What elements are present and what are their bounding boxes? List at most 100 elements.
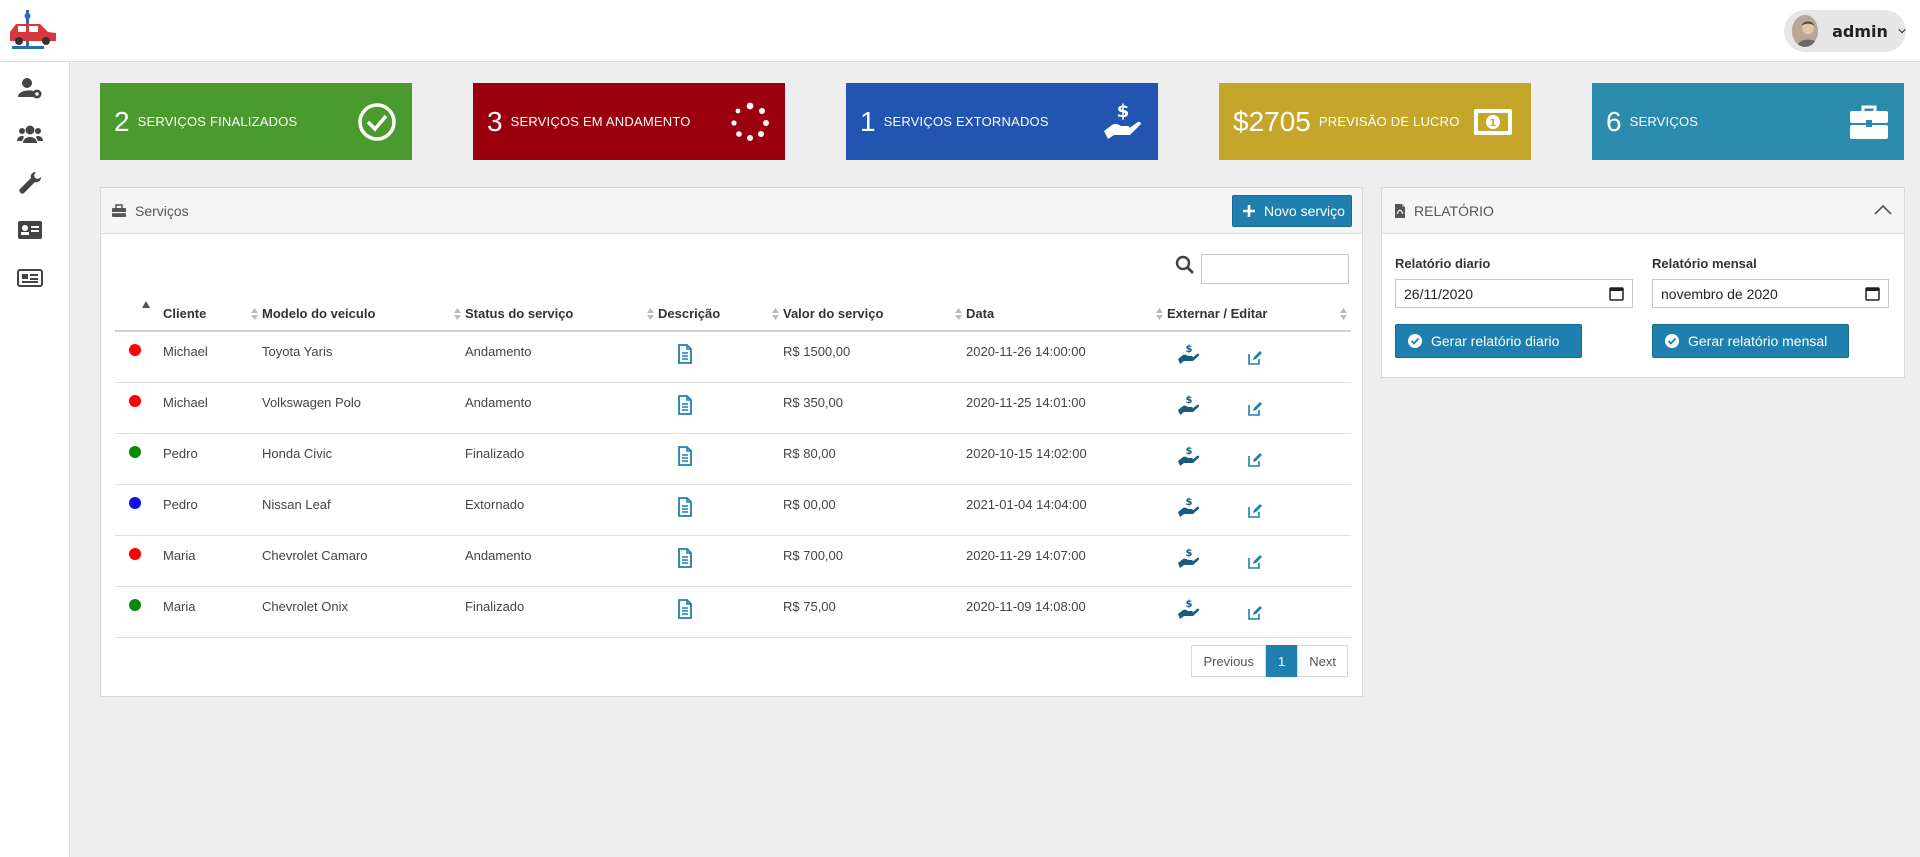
daily-report-date-value: 26/11/2020	[1404, 285, 1474, 302]
descricao-cell	[658, 433, 783, 485]
hand-dollar-icon[interactable]: $	[1177, 597, 1201, 621]
daily-report-date-input[interactable]: 26/11/2020	[1395, 279, 1633, 308]
data-cell: 2020-11-25 14:01:00	[966, 382, 1167, 434]
services-panel: Serviços Novo serviço Cliente Modelo do …	[100, 187, 1363, 697]
descricao-cell	[658, 484, 783, 536]
monthly-report-month-value: novembro de 2020	[1661, 285, 1778, 302]
pagination-next[interactable]: Next	[1297, 645, 1348, 677]
stat-number: 2	[114, 105, 130, 137]
id-card-icon[interactable]	[17, 217, 43, 243]
generate-monthly-report-label: Gerar relatório mensal	[1688, 333, 1828, 349]
table-row: Pedro Nissan Leaf Extornado R$ 00,00 2021-01…	[115, 484, 1351, 536]
generate-monthly-report-button[interactable]: Gerar relatório mensal	[1652, 324, 1849, 358]
status-cell: Extornado	[465, 484, 658, 536]
sort-icon	[955, 308, 962, 320]
file-text-icon[interactable]	[676, 394, 694, 415]
newspaper-icon[interactable]	[17, 265, 43, 291]
wrench-icon[interactable]	[17, 170, 43, 196]
valor-cell: R$ 1500,00	[783, 331, 966, 383]
generate-daily-report-button[interactable]: Gerar relatório diario	[1395, 324, 1582, 358]
sidebar	[0, 62, 70, 857]
edit-icon[interactable]	[1247, 554, 1263, 570]
avatar	[1792, 15, 1819, 47]
column-header-modelo[interactable]: Modelo do veiculo	[262, 296, 465, 332]
file-text-icon[interactable]	[676, 445, 694, 466]
stat-label: Serviços em andamento	[510, 114, 691, 129]
spinner-icon	[731, 102, 769, 141]
pagination-page-1[interactable]: 1	[1266, 645, 1298, 677]
stat-finished-services[interactable]: 2 Serviços finalizados	[100, 83, 412, 160]
money-bill-icon: 1	[1474, 109, 1512, 135]
column-header-data[interactable]: Data	[966, 296, 1167, 332]
modelo-cell: Volkswagen Polo	[262, 382, 465, 434]
stat-label: Serviços finalizados	[137, 114, 298, 129]
column-header-cliente[interactable]: Cliente	[163, 296, 262, 332]
hand-dollar-icon: $	[1104, 101, 1141, 139]
stat-number: 1	[860, 105, 876, 137]
file-text-icon[interactable]	[676, 598, 694, 619]
stat-refunded-services[interactable]: 1 Serviços extornados $	[846, 83, 1158, 160]
user-name: admin	[1832, 21, 1888, 41]
sort-icon	[454, 308, 461, 320]
report-panel-title: RELATÓRIO	[1414, 203, 1494, 219]
stat-ongoing-services[interactable]: 3 Serviços em andamento	[473, 83, 785, 160]
car-wash-logo[interactable]	[6, 10, 60, 50]
table-row: Maria Chevrolet Onix Finalizado R$ 75,00 202…	[115, 586, 1351, 638]
edit-icon[interactable]	[1247, 605, 1263, 621]
valor-cell: R$ 350,00	[783, 382, 966, 434]
valor-cell: R$ 75,00	[783, 586, 966, 638]
hand-dollar-icon[interactable]: $	[1177, 495, 1201, 519]
svg-text:$: $	[1186, 497, 1193, 508]
users-icon[interactable]	[17, 122, 43, 148]
actions-cell: $	[1167, 484, 1351, 536]
report-panel: RELATÓRIO Relatório diario 26/11/2020 Ge…	[1381, 187, 1905, 378]
status-dot	[129, 394, 141, 407]
data-cell: 2020-11-26 14:00:00	[966, 331, 1167, 383]
pagination-previous[interactable]: Previous	[1191, 645, 1267, 677]
column-header-valor[interactable]: Valor do serviço	[783, 296, 966, 332]
column-label: Cliente	[163, 305, 207, 321]
file-text-icon[interactable]	[676, 547, 694, 568]
new-service-button[interactable]: Novo serviço	[1232, 195, 1352, 227]
column-header-status-dot[interactable]	[115, 296, 163, 332]
check-circle-icon	[1408, 334, 1422, 348]
actions-cell: $	[1167, 433, 1351, 485]
column-header-status[interactable]: Status do serviço	[465, 296, 658, 332]
svg-text:1: 1	[1490, 118, 1497, 129]
column-header-descricao[interactable]: Descrição	[658, 296, 783, 332]
stat-total-services[interactable]: 6 Serviços	[1592, 83, 1904, 160]
modelo-cell: Nissan Leaf	[262, 484, 465, 536]
column-label: Externar / Editar	[1167, 305, 1268, 321]
hand-dollar-icon[interactable]: $	[1177, 444, 1201, 468]
sort-asc-icon	[142, 301, 150, 308]
edit-icon[interactable]	[1247, 401, 1263, 417]
stat-label: Serviços extornados	[883, 114, 1049, 129]
status-dot	[129, 445, 141, 458]
file-pdf-icon	[1395, 204, 1405, 218]
calendar-icon[interactable]	[1609, 286, 1624, 301]
column-header-externar-editar[interactable]: Externar / Editar	[1167, 296, 1351, 332]
status-dot-cell	[115, 433, 163, 485]
edit-icon[interactable]	[1247, 350, 1263, 366]
new-service-label: Novo serviço	[1264, 203, 1345, 219]
chevron-up-icon[interactable]	[1874, 204, 1892, 216]
svg-text:$: $	[1186, 599, 1193, 610]
column-label: Modelo do veiculo	[262, 305, 376, 321]
search-input[interactable]	[1201, 254, 1349, 284]
file-text-icon[interactable]	[676, 496, 694, 517]
hand-dollar-icon[interactable]: $	[1177, 546, 1201, 570]
report-panel-header[interactable]: RELATÓRIO	[1382, 188, 1904, 234]
cliente-cell: Michael	[163, 331, 262, 383]
user-menu[interactable]: admin	[1784, 10, 1906, 52]
stat-profit-forecast[interactable]: $2705 Previsão de lucro 1	[1219, 83, 1531, 160]
edit-icon[interactable]	[1247, 503, 1263, 519]
hand-dollar-icon[interactable]: $	[1177, 393, 1201, 417]
file-text-icon[interactable]	[676, 344, 694, 364]
data-cell: 2021-01-04 14:04:00	[966, 484, 1167, 536]
hand-dollar-icon[interactable]: $	[1177, 342, 1201, 366]
monthly-report-month-input[interactable]: novembro de 2020	[1652, 279, 1889, 308]
user-cog-icon[interactable]	[17, 75, 43, 101]
sort-icon	[1340, 308, 1347, 320]
edit-icon[interactable]	[1247, 452, 1263, 468]
calendar-icon[interactable]	[1865, 286, 1880, 301]
